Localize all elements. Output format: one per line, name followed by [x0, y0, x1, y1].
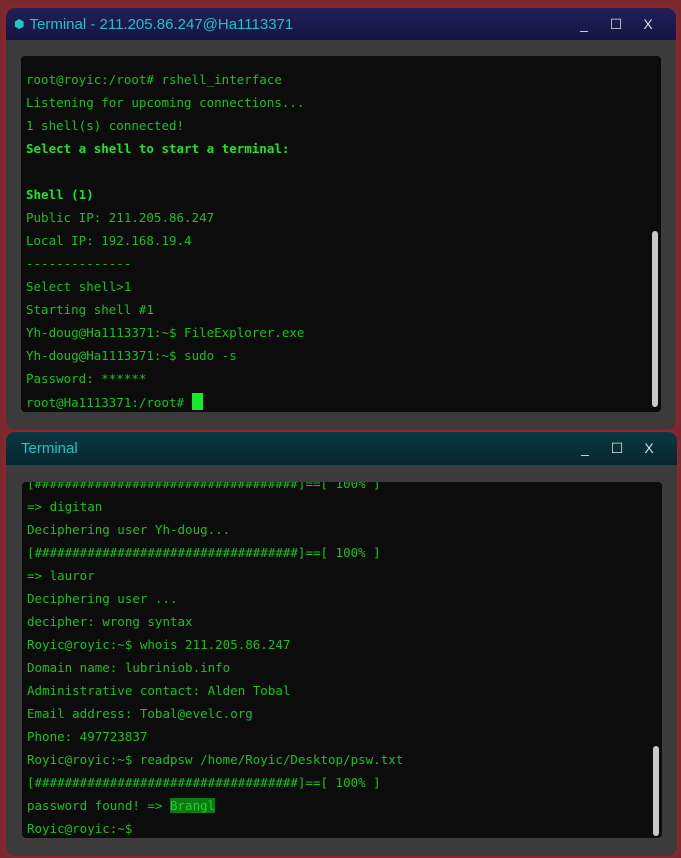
- maximize-button[interactable]: ☐: [600, 16, 632, 33]
- terminal-output[interactable]: [###################################]==[…: [22, 482, 662, 838]
- terminal-line: Select a shell to start a terminal:: [26, 141, 290, 156]
- terminal-line: Administrative contact: Alden Tobal: [27, 683, 291, 698]
- terminal-line: --------------: [26, 256, 132, 271]
- terminal-line: => digitan: [27, 499, 103, 514]
- close-button[interactable]: X: [632, 16, 664, 33]
- scrollbar[interactable]: [652, 231, 658, 407]
- maximize-button[interactable]: ☐: [601, 440, 633, 457]
- password-line: password found! => Brangl: [27, 797, 216, 815]
- terminal-output[interactable]: root@royic:/root# rshell_interface Listen…: [21, 56, 661, 412]
- terminal-line: root@royic:/root# rshell_interface: [26, 72, 282, 87]
- terminal-line: Listening for upcoming connections...: [26, 95, 305, 110]
- prompt: root@Ha1113371:/root#: [26, 395, 192, 410]
- title-bar[interactable]: ⬢ Terminal - 211.205.86.247@Ha1113371 _ ☐…: [6, 8, 676, 40]
- window-title: Terminal: [21, 440, 78, 457]
- terminal-line: Starting shell #1: [26, 302, 154, 317]
- terminal-line: Shell (1): [26, 187, 94, 202]
- terminal-line: Deciphering user ...: [27, 591, 178, 606]
- prompt-line: Royic@royic:~$: [27, 821, 133, 836]
- terminal-line: Royic@royic:~$ whois 211.205.86.247: [27, 637, 291, 652]
- minimize-button[interactable]: _: [568, 16, 600, 33]
- terminal-line: Password: ******: [26, 371, 147, 386]
- terminal-line: Domain name: lubriniob.info: [27, 660, 231, 675]
- terminal-line: Select shell>1: [26, 279, 132, 294]
- terminal-line: Public IP: 211.205.86.247: [26, 210, 215, 225]
- terminal-line: Phone: 497723837: [27, 729, 148, 744]
- terminal-line: [###################################]==[…: [27, 775, 381, 790]
- terminal-line: Email address: Tobal@evelc.org: [27, 706, 253, 721]
- scrollbar[interactable]: [653, 746, 659, 836]
- terminal-line: => lauror: [27, 568, 95, 583]
- prompt-line: root@Ha1113371:/root#: [26, 393, 203, 412]
- cursor[interactable]: [191, 393, 203, 410]
- terminal-line: [###################################]==[…: [27, 545, 381, 560]
- password-label: password found! =>: [27, 798, 170, 813]
- password-value[interactable]: Brangl: [170, 798, 216, 813]
- terminal-line: Local IP: 192.168.19.4: [26, 233, 192, 248]
- terminal-line: 1 shell(s) connected!: [26, 118, 185, 133]
- window-title: Terminal - 211.205.86.247@Ha1113371: [29, 15, 294, 33]
- close-button[interactable]: X: [633, 440, 665, 457]
- bottom-terminal-window: Terminal _ ☐ X [########################…: [6, 432, 677, 856]
- top-terminal-window: ⬢ Terminal - 211.205.86.247@Ha1113371 _ ☐…: [6, 8, 676, 430]
- terminal-line: Deciphering user Yh-doug...: [27, 522, 231, 537]
- terminal-line: Yh-doug@Ha1113371:~$ sudo -s: [26, 348, 237, 363]
- app-icon: ⬢: [14, 17, 25, 31]
- terminal-line: [###################################]==[…: [27, 482, 381, 491]
- terminal-line: Yh-doug@Ha1113371:~$ FileExplorer.exe: [26, 325, 305, 340]
- terminal-line: decipher: wrong syntax: [27, 614, 193, 629]
- title-bar[interactable]: Terminal _ ☐ X: [6, 432, 677, 465]
- minimize-button[interactable]: _: [569, 440, 601, 457]
- terminal-line: Royic@royic:~$ readpsw /home/Royic/Deskt…: [27, 752, 404, 767]
